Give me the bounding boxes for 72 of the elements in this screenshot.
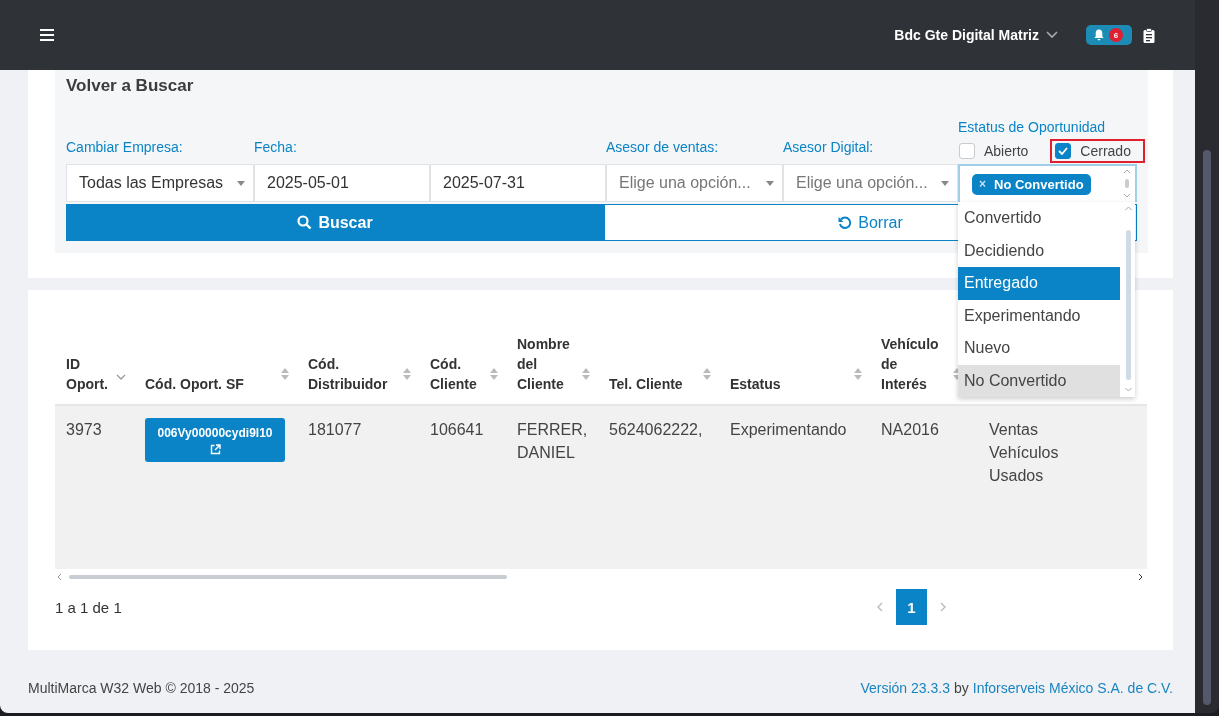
date-field[interactable]: 2025-07-31: [430, 164, 606, 202]
notifications-button[interactable]: 6: [1086, 25, 1132, 45]
company-link[interactable]: Inforserveis México S.A. de C.V.: [972, 680, 1173, 696]
column-header[interactable]: Cód. Oport. SF: [145, 374, 244, 394]
search-icon: [297, 215, 313, 230]
column-header[interactable]: Vehículo de Interés: [881, 334, 946, 394]
company-dropdown[interactable]: Bdc Gte Digital Matriz: [894, 27, 1058, 43]
column-header[interactable]: ID Oport.: [66, 354, 111, 394]
search-button[interactable]: Buscar: [66, 204, 604, 241]
checkbox-square[interactable]: [1055, 143, 1072, 159]
table-cell: Experimentando: [730, 421, 847, 438]
table-cell: 5624062222,: [609, 421, 703, 438]
date-field[interactable]: 2025-05-01: [254, 164, 430, 202]
dropdown-option[interactable]: Nuevo: [958, 332, 1120, 365]
bell-icon: [1094, 29, 1104, 41]
dropdown-option[interactable]: No Convertido: [958, 364, 1120, 397]
table-cell-text: Ventas Vehículos Usados: [989, 420, 1060, 486]
multiselect-field[interactable]: × No Convertido: [958, 164, 1137, 202]
selected-tag: × No Convertido: [972, 173, 1091, 195]
caret-icon: [237, 180, 245, 186]
select-field[interactable]: Todas las Empresas: [66, 164, 254, 202]
clipboard-icon: [1143, 27, 1155, 43]
table-cell-text: FERRER, DANIEL: [517, 420, 589, 463]
scroll-arrows-icon: [1123, 169, 1131, 199]
table-cell: 181077: [308, 421, 362, 438]
table-cell: 3973: [66, 421, 102, 438]
highlighted-checkbox[interactable]: Cerrado: [1052, 141, 1143, 161]
field-label: Asesor de ventas:: [606, 139, 720, 156]
table-cell: NA2016: [881, 421, 939, 438]
caret-icon: [941, 180, 949, 186]
menu-icon: [40, 29, 54, 41]
external-link-icon: [209, 443, 221, 455]
notification-count: 6: [1109, 28, 1123, 42]
sort-icon[interactable]: [582, 368, 590, 380]
select-field[interactable]: Elige una opción...: [606, 164, 783, 202]
record-link-button[interactable]: 006Vy00000cydi9l10: [145, 418, 285, 462]
menu-button[interactable]: [40, 29, 54, 41]
section-title: Volver a Buscar: [66, 76, 195, 97]
column-header[interactable]: Estatus: [730, 374, 781, 394]
column-header[interactable]: Cód. Cliente: [430, 354, 485, 394]
column-header[interactable]: Tel. Cliente: [609, 374, 683, 394]
field-label: Fecha:: [254, 139, 298, 156]
field-label: Asesor Digital:: [783, 139, 875, 156]
pagination-info: 1 a 1 de 1: [55, 598, 122, 616]
sort-icon[interactable]: [953, 368, 961, 380]
undo-icon: [838, 215, 853, 230]
caret-icon: [766, 180, 774, 186]
column-header[interactable]: Nombre del Cliente: [517, 334, 577, 394]
footer-text: by: [953, 680, 969, 696]
sort-icon[interactable]: [281, 368, 289, 380]
dropdown-option[interactable]: Convertido: [958, 202, 1120, 235]
chevron-down-icon[interactable]: [116, 374, 126, 380]
chevron-down-icon: [1046, 31, 1058, 39]
sort-icon[interactable]: [490, 368, 498, 380]
next-page-icon[interactable]: [940, 602, 947, 612]
page-button[interactable]: 1: [896, 589, 927, 625]
version-link[interactable]: Versión 23.3.3: [860, 680, 950, 696]
copyright-text: MultiMarca W32 Web © 2018 - 2025: [28, 680, 255, 696]
field-label: Cambiar Empresa:: [66, 139, 184, 156]
dropdown-option[interactable]: Experimentando: [958, 299, 1120, 332]
checkbox-square[interactable]: [959, 143, 975, 159]
check-icon: [1058, 147, 1069, 155]
sort-icon[interactable]: [854, 368, 862, 380]
column-header[interactable]: Cód. Distribuidor: [308, 354, 403, 394]
select-field[interactable]: Elige una opción...: [783, 164, 958, 202]
sort-icon[interactable]: [403, 368, 411, 380]
table-cell: 106641: [430, 421, 484, 438]
sort-icon[interactable]: [703, 368, 711, 380]
checkbox[interactable]: Abierto: [958, 141, 1039, 161]
field-label: Estatus de Oportunidad: [958, 119, 1107, 136]
dropdown-option[interactable]: Entregado: [958, 267, 1120, 300]
previous-page-icon[interactable]: [876, 602, 883, 612]
